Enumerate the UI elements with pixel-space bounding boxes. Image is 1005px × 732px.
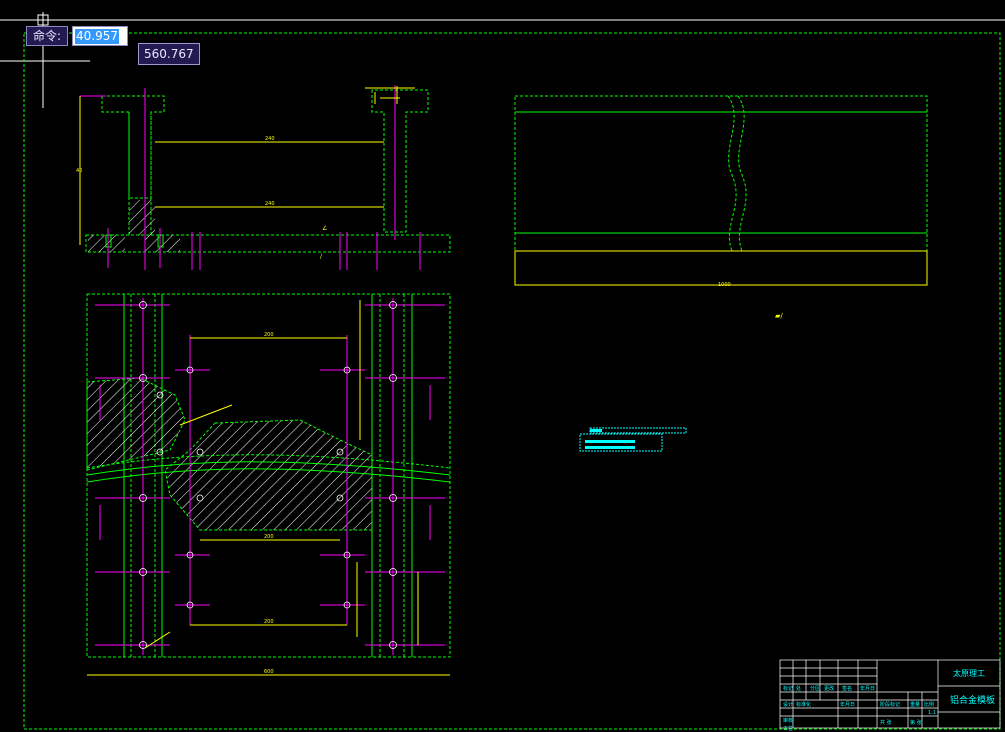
svg-text:更改: 更改 [824, 685, 834, 692]
svg-text:/: / [320, 253, 323, 260]
svg-text:第 张: 第 张 [910, 719, 922, 726]
svg-text:重量: 重量 [910, 701, 920, 708]
drawing-canvas[interactable]: 240 240 40 ∠ / 1000 ▰∕ 200 200 200 600 标… [0, 0, 1005, 732]
svg-text:比例: 比例 [924, 701, 934, 708]
svg-text:签名: 签名 [842, 685, 852, 692]
svg-text:40: 40 [76, 168, 82, 174]
title-block-school: 太原理工 [953, 669, 985, 678]
svg-text:阶段标记: 阶段标记 [880, 701, 900, 708]
svg-text:共 张: 共 张 [880, 719, 892, 726]
coordinate-tooltip: 560.767 [138, 43, 200, 65]
svg-text:工艺: 工艺 [783, 726, 793, 732]
plan-view[interactable]: 200 200 200 600 [86, 293, 451, 676]
svg-text:处: 处 [796, 685, 801, 692]
svg-text:标记: 标记 [783, 685, 793, 692]
svg-text:审核: 审核 [783, 717, 793, 724]
command-value: 40.957 [75, 28, 120, 44]
command-label: 命令: [26, 26, 69, 46]
technical-notes [579, 427, 687, 452]
svg-text:600: 600 [264, 669, 274, 675]
svg-text:240: 240 [265, 201, 275, 207]
svg-text:1:1: 1:1 [928, 710, 936, 716]
svg-text:200: 200 [264, 534, 274, 540]
dynamic-input[interactable]: 命令: 40.957 [26, 26, 129, 46]
svg-text:∠: ∠ [322, 225, 327, 232]
side-view[interactable]: 1000 ▰∕ [514, 95, 928, 320]
svg-text:200: 200 [264, 619, 274, 625]
svg-text:分区: 分区 [810, 685, 820, 692]
svg-text:200: 200 [264, 332, 274, 338]
title-block-drawing-name: 铝合金模板 [950, 696, 996, 706]
svg-text:1000: 1000 [718, 282, 731, 288]
svg-text:设计: 设计 [783, 701, 793, 708]
svg-text:年月日: 年月日 [840, 701, 855, 708]
svg-text:240: 240 [265, 136, 275, 142]
front-view[interactable]: 240 240 40 ∠ / [76, 85, 451, 270]
drawing-border [23, 32, 1001, 730]
svg-text:年月日: 年月日 [860, 685, 875, 692]
svg-text:标准化: 标准化 [796, 701, 811, 708]
svg-text:▰∕: ▰∕ [775, 312, 783, 320]
command-input[interactable]: 40.957 [72, 26, 129, 46]
